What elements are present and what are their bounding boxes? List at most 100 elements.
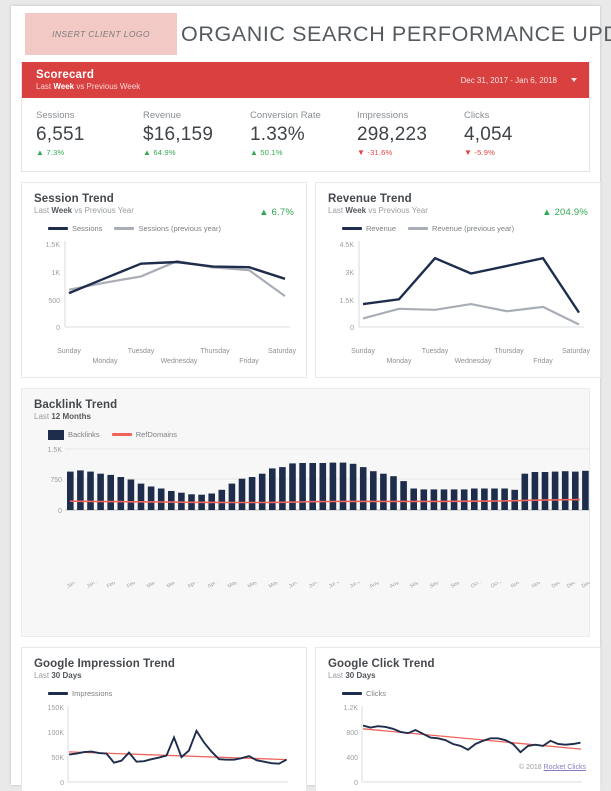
legend-item-impressions[interactable]: Impressions <box>48 689 112 698</box>
trend-row-top: Session Trend Last Week vs Previous Year… <box>21 181 601 378</box>
bar <box>400 480 407 510</box>
client-logo-placeholder[interactable]: INSERT CLIENT LOGO <box>25 13 177 55</box>
kpi-value: 6,551 <box>36 124 85 145</box>
kpi-delta: ▲ 64.9% <box>143 148 250 157</box>
bar <box>67 471 74 510</box>
ytick-label: 1.5K <box>46 242 61 249</box>
kpi-impressions: Impressions 298,223 ▼ -31.6% <box>357 110 464 157</box>
legend-item-clicks[interactable]: Clicks <box>342 689 386 698</box>
bar <box>481 488 488 510</box>
legend-item-sessions[interactable]: Sessions <box>48 224 102 233</box>
kpi-delta-value: -5.9% <box>474 147 496 157</box>
bar <box>127 479 135 510</box>
ytick-label: 0 <box>354 780 358 787</box>
session-trend-panel: Session Trend Last Week vs Previous Year… <box>21 181 307 378</box>
xtick-labels: Jan 9, 2017 Jan 23, 2017 Feb 6, 2017 Feb… <box>66 582 594 590</box>
click-trend-svg: 1.2K 800 400 0 <box>344 705 582 787</box>
date-range-label: Dec 31, 2017 - Jan 6, 2018 <box>460 75 557 85</box>
date-range-selector[interactable]: Dec 31, 2017 - Jan 6, 2018 <box>460 76 577 85</box>
bar <box>329 462 337 510</box>
legend-item-refdomains[interactable]: RefDomains <box>111 430 177 439</box>
bar <box>551 471 559 510</box>
xtick-label: Friday <box>533 358 553 365</box>
legend-item-revenue-previous-year[interactable]: Revenue (previous year) <box>408 224 514 233</box>
xtick-label: Saturday <box>562 348 590 355</box>
rocket-clicks-link[interactable]: Rocket Clicks <box>544 764 586 771</box>
trend-down-icon: ▼ <box>357 147 366 157</box>
kpi-delta-value: -31.6% <box>367 147 393 157</box>
xtick-label: Wednesday <box>455 358 492 365</box>
legend-label: Sessions (previous year) <box>138 223 221 233</box>
client-logo-label: INSERT CLIENT LOGO <box>52 29 150 39</box>
revenue-trend-xaxis: Sunday Monday Tuesday Wednesday Thursday… <box>351 348 590 365</box>
bar <box>390 476 397 510</box>
xtick-label: Sunday <box>57 348 81 355</box>
legend-item-backlinks[interactable]: Backlinks <box>48 429 100 440</box>
ytick-label: 0 <box>350 325 354 332</box>
kpi-value: 4,054 <box>464 124 513 145</box>
bar <box>319 462 327 510</box>
backlink-trend-xaxis: Jan 9, 2017 Jan 23, 2017 Feb 6, 2017 Feb… <box>66 582 594 590</box>
panel-subtitle-strong: 12 Months <box>51 411 91 421</box>
kpi-row: Sessions 6,551 ▲ 7.3% Revenue $16,159 ▲ … <box>22 98 589 171</box>
backlink-trend-svg: 1.5K 750 0 <box>48 447 590 515</box>
bar <box>572 471 579 510</box>
trend-up-icon: ▲ <box>143 147 152 157</box>
xtick-label: Monday <box>93 358 118 365</box>
ytick-label: 500 <box>48 298 60 305</box>
bar <box>430 489 438 510</box>
bar <box>77 470 84 510</box>
y-axis-ticks: 1.2K 800 400 0 <box>344 705 359 787</box>
kpi-delta: ▲ 7.3% <box>36 148 143 157</box>
kpi-value: $16,159 <box>143 124 214 145</box>
panel-subtitle-suffix: vs Previous Year <box>72 205 134 215</box>
report-sheet: INSERT CLIENT LOGO ORGANIC SEARCH PERFOR… <box>11 6 611 791</box>
session-trend-svg: 1.5K 1K 500 0 <box>46 240 290 332</box>
kpi-clicks: Clicks 4,054 ▼ -5.9% <box>464 110 571 157</box>
y-axis-ticks: 150K 100K 50K 0 <box>48 705 65 787</box>
legend-swatch-icon <box>48 429 64 440</box>
ytick-label: 3K <box>345 270 354 277</box>
bar <box>168 490 175 510</box>
ytick-label: 0 <box>58 508 62 515</box>
ytick-label: 0 <box>60 780 64 787</box>
xtick-label: Tuesday <box>128 348 155 355</box>
panel-title: Revenue Trend <box>328 192 412 205</box>
panel-subtitle: Last 30 Days <box>34 671 296 680</box>
panel-subtitle-suffix: vs Previous Year <box>366 205 428 215</box>
scorecard-heading-group: Scorecard Last Week vs Previous Week <box>36 69 140 91</box>
kpi-conversion-rate: Conversion Rate 1.33% ▲ 50.1% <box>250 110 357 157</box>
session-trend-delta: ▲ 6.7% <box>259 206 294 218</box>
ytick-label: 1.5K <box>340 298 355 305</box>
click-trend-legend: Clicks <box>342 689 590 698</box>
scorecard-header: Scorecard Last Week vs Previous Week Dec… <box>22 62 589 98</box>
kpi-sessions: Sessions 6,551 ▲ 7.3% <box>36 110 143 157</box>
bar <box>97 473 104 510</box>
kpi-delta-value: 50.1% <box>260 147 283 157</box>
legend-item-sessions-previous-year[interactable]: Sessions (previous year) <box>114 224 221 233</box>
panel-subtitle-strong: Week <box>51 205 73 215</box>
scorecard-subtitle-strong: Week <box>53 82 75 92</box>
revenue-trend-chart: 4.5K 3K 1.5K 0 Sunday Monday Tuesday Wed… <box>328 235 590 371</box>
bar <box>279 466 286 510</box>
scorecard-subtitle-suffix: vs Previous Week <box>74 82 141 92</box>
panel-subtitle: Last 30 Days <box>328 671 590 680</box>
copyright-text: © 2018 <box>518 764 544 771</box>
xtick-label: Saturday <box>268 348 296 355</box>
kpi-revenue: Revenue $16,159 ▲ 64.9% <box>143 110 250 157</box>
ytick-label: 100K <box>48 730 65 737</box>
page-title: ORGANIC SEARCH PERFORMANCE UPDATE <box>181 21 611 46</box>
session-trend-legend: Sessions Sessions (previous year) <box>48 224 296 233</box>
impression-trend-legend: Impressions <box>48 689 296 698</box>
kpi-label: Clicks <box>464 110 490 121</box>
ytick-label: 1.5K <box>48 447 63 454</box>
bar <box>87 471 94 510</box>
legend-item-revenue[interactable]: Revenue <box>342 224 396 233</box>
bar <box>218 489 226 510</box>
chevron-down-icon[interactable] <box>571 78 577 82</box>
kpi-value: 298,223 <box>357 124 428 145</box>
legend-swatch-icon <box>408 226 429 230</box>
bar <box>238 478 246 510</box>
xtick-label: Wednesday <box>161 358 198 365</box>
bar <box>147 486 155 510</box>
